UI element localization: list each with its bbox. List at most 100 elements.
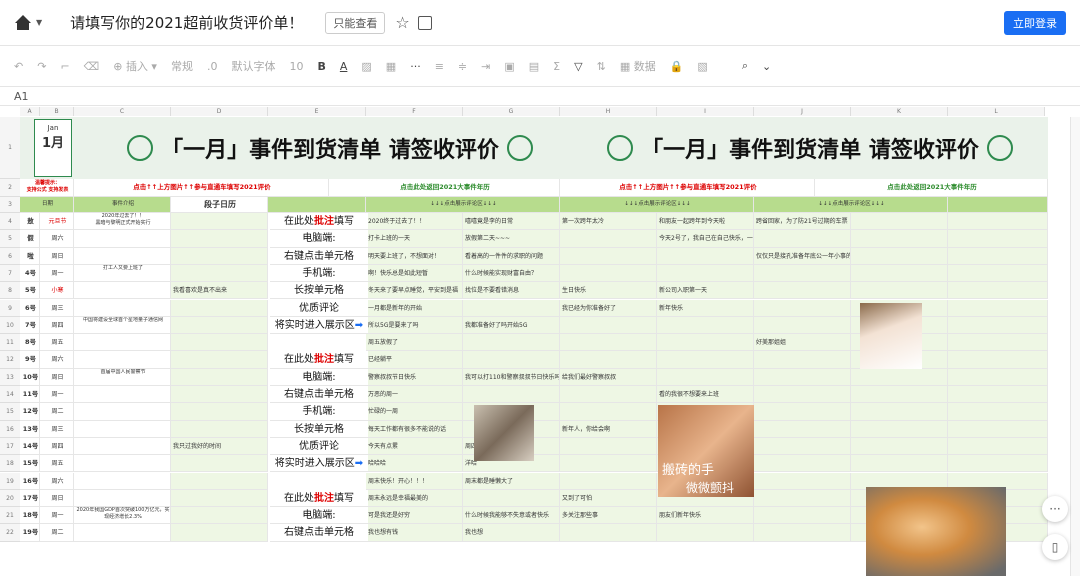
cell-g[interactable] [463, 489, 560, 508]
cell-a[interactable]: 7号 [20, 316, 40, 335]
header-date[interactable]: 日期 [20, 197, 74, 213]
redo-icon[interactable]: ↷ [37, 60, 46, 73]
instruction-cell[interactable]: 右键点击单元格 [270, 247, 368, 265]
instruction-cell[interactable]: 优质评论 [270, 437, 368, 456]
column-header-l[interactable]: L [948, 107, 1045, 116]
cell-j[interactable] [754, 524, 851, 542]
table-icon[interactable]: ▤ [529, 60, 539, 73]
column-header-a[interactable]: A [20, 107, 40, 116]
instruction-cell[interactable]: 右键点击单元格 [270, 524, 368, 542]
cell-j[interactable] [754, 386, 851, 404]
row-header[interactable]: 19 [0, 472, 20, 490]
cell-b[interactable]: 周一 [40, 264, 74, 283]
cell-d[interactable] [171, 351, 268, 369]
cell-i[interactable] [657, 524, 754, 542]
cell-l[interactable] [948, 299, 1048, 317]
cell-a[interactable]: 啦 [20, 247, 40, 265]
cell-k[interactable] [851, 247, 948, 265]
cell-j[interactable] [754, 472, 851, 490]
cell-a[interactable]: 11号 [20, 386, 40, 404]
cell-d[interactable] [171, 334, 268, 352]
cell-j[interactable] [754, 437, 851, 456]
cell-k[interactable] [851, 403, 948, 421]
bold-icon[interactable]: B [317, 60, 325, 73]
cell-g[interactable]: 我可以打110和警察叔叔节日快乐吗？ [463, 368, 560, 386]
cell-l[interactable] [948, 420, 1048, 438]
cell-h[interactable]: 第一次跨年太冷 [560, 213, 657, 231]
cell-k[interactable] [851, 455, 948, 473]
cell-h[interactable]: 我已经为你准备好了 [560, 299, 657, 317]
instruction-cell[interactable]: 将实时进入展示区➡ [270, 455, 368, 473]
cell-c[interactable] [74, 386, 171, 404]
chevron-down-icon[interactable]: ▼ [36, 18, 42, 27]
instruction-cell[interactable]: 优质评论 [270, 299, 368, 317]
instruction-cell[interactable]: 右键点击单元格 [270, 386, 368, 404]
cell-b[interactable]: 周二 [40, 524, 74, 542]
column-header-h[interactable]: H [560, 107, 657, 116]
sum-icon[interactable]: Σ [553, 60, 560, 73]
column-header-k[interactable]: K [851, 107, 948, 116]
align-icon[interactable]: ≡ [435, 60, 444, 73]
cell-j[interactable] [754, 299, 851, 317]
cell-h[interactable] [560, 472, 657, 490]
cell-c[interactable] [74, 230, 171, 248]
column-header-c[interactable]: C [74, 107, 171, 116]
cell-b[interactable]: 周二 [40, 403, 74, 421]
cell-b[interactable]: 周五 [40, 455, 74, 473]
cell-g[interactable]: 什么时候能实现财富自由？ [463, 264, 560, 283]
cell-f[interactable]: 2020终于过去了！！ [366, 213, 463, 231]
cell-b[interactable]: 元旦节 [40, 213, 74, 231]
cell-l[interactable] [948, 351, 1048, 369]
cell-h[interactable] [560, 437, 657, 456]
cell-f[interactable]: 我也想有钱 [366, 524, 463, 542]
cell-g[interactable] [463, 334, 560, 352]
cell-l[interactable] [948, 403, 1048, 421]
cell-c[interactable]: 打工人又要上班了 [74, 264, 171, 283]
cell-h[interactable] [560, 334, 657, 352]
format-painter-icon[interactable]: ⌐ [60, 60, 69, 73]
row-header[interactable]: 14 [0, 386, 20, 404]
cell-j[interactable] [754, 264, 851, 283]
column-header-e[interactable]: E [268, 107, 366, 116]
cell-d[interactable] [171, 316, 268, 335]
cell-b[interactable]: 周一 [40, 386, 74, 404]
fill-color-icon[interactable]: ▨ [361, 60, 371, 73]
cell-j[interactable]: 好美那姐姐 [754, 334, 851, 352]
instruction-cell[interactable]: 长按单元格 [270, 420, 368, 438]
cell-b[interactable]: 周六 [40, 472, 74, 490]
cell-f[interactable]: 周五放假了 [366, 334, 463, 352]
instruction-cell[interactable]: 在此处批注填写 [270, 351, 368, 369]
lock-icon[interactable]: 🔒 [670, 60, 684, 73]
cell-l[interactable] [948, 334, 1048, 352]
cell-l[interactable] [948, 437, 1048, 456]
cell-j[interactable] [754, 316, 851, 335]
column-header-d[interactable]: D [171, 107, 268, 116]
cell-j[interactable]: 仅仅只是接孔准备年底公一年小事的周成这样 [754, 247, 851, 265]
cell-f[interactable]: 明天要上班了，不想面对！ [366, 247, 463, 265]
cell-g[interactable]: 我都准备好了吗开始5G [463, 316, 560, 335]
cell-f[interactable]: 警察叔叔节日快乐 [366, 368, 463, 386]
cell-g[interactable]: 我也想 [463, 524, 560, 542]
cell-h[interactable] [560, 247, 657, 265]
cell-f[interactable]: 已经躺平 [366, 351, 463, 369]
eraser-icon[interactable]: ⌫ [84, 60, 100, 73]
cell-h[interactable]: 生日快乐 [560, 282, 657, 300]
cell-a[interactable]: 14号 [20, 437, 40, 456]
header-area-1[interactable]: ↓↓↓点击展示评论区↓↓↓ [366, 197, 560, 213]
cell-f[interactable]: 周末快乐！开心！！！ [366, 472, 463, 490]
cell-l[interactable] [948, 230, 1048, 248]
cell-h[interactable]: 又到了可怕 [560, 489, 657, 508]
row-header[interactable]: 2 [0, 179, 20, 197]
cell-l[interactable] [948, 386, 1048, 404]
cell-i[interactable] [657, 334, 754, 352]
cell-b[interactable]: 周三 [40, 420, 74, 438]
cell-d[interactable] [171, 213, 268, 231]
insert-button[interactable]: ⊕ 插入 ▾ [113, 58, 157, 74]
cell-h[interactable] [560, 351, 657, 369]
cell-h[interactable] [560, 264, 657, 283]
cell-g[interactable] [463, 299, 560, 317]
man-meme-photo[interactable] [474, 405, 534, 461]
cell-c[interactable]: 2020年过去了！！ 黑暗与黎明正式开始实行 [74, 213, 171, 231]
instruction-cell[interactable]: 电脑端: [270, 230, 368, 248]
instruction-cell[interactable]: 在此处批注填写 [270, 213, 368, 231]
